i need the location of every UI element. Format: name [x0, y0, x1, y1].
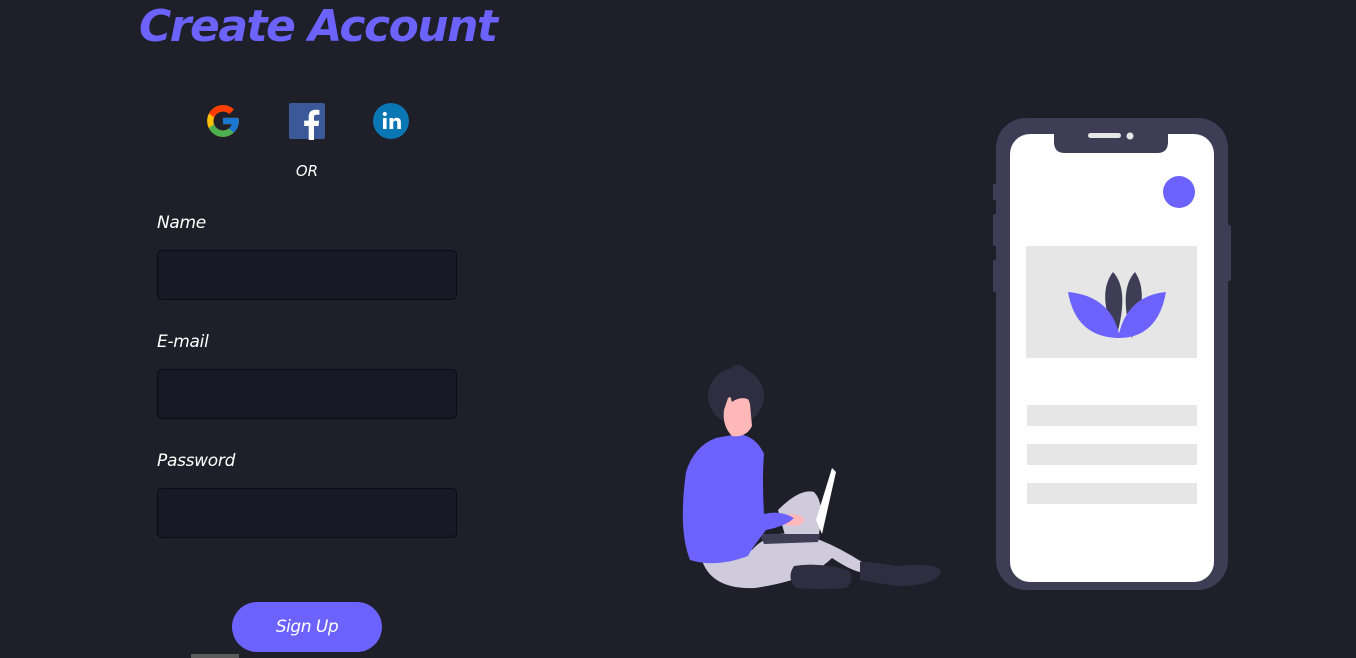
- password-input[interactable]: [157, 488, 457, 538]
- email-label: E-mail: [157, 332, 209, 352]
- page-title: Create Account: [139, 1, 498, 52]
- person-illustration: [682, 365, 941, 589]
- name-label: Name: [157, 213, 206, 233]
- signup-page: Create Account OR Name E-mail Password S…: [0, 0, 1356, 658]
- or-divider: OR: [295, 162, 319, 180]
- google-icon: [204, 102, 242, 140]
- profile-dot-icon: [1163, 176, 1195, 208]
- name-input[interactable]: [157, 250, 457, 300]
- signup-illustration: [682, 118, 1231, 590]
- google-signin-button[interactable]: [204, 102, 242, 140]
- email-input[interactable]: [157, 369, 457, 419]
- facebook-signin-button[interactable]: [288, 102, 326, 140]
- password-label: Password: [157, 451, 236, 471]
- linkedin-signin-button[interactable]: [372, 102, 410, 140]
- phone-illustration: [993, 118, 1231, 590]
- facebook-icon: [288, 102, 326, 140]
- linkedin-icon: [372, 102, 410, 140]
- horizontal-scrollbar-thumb[interactable]: [191, 654, 239, 658]
- sign-up-button[interactable]: Sign Up: [232, 602, 382, 652]
